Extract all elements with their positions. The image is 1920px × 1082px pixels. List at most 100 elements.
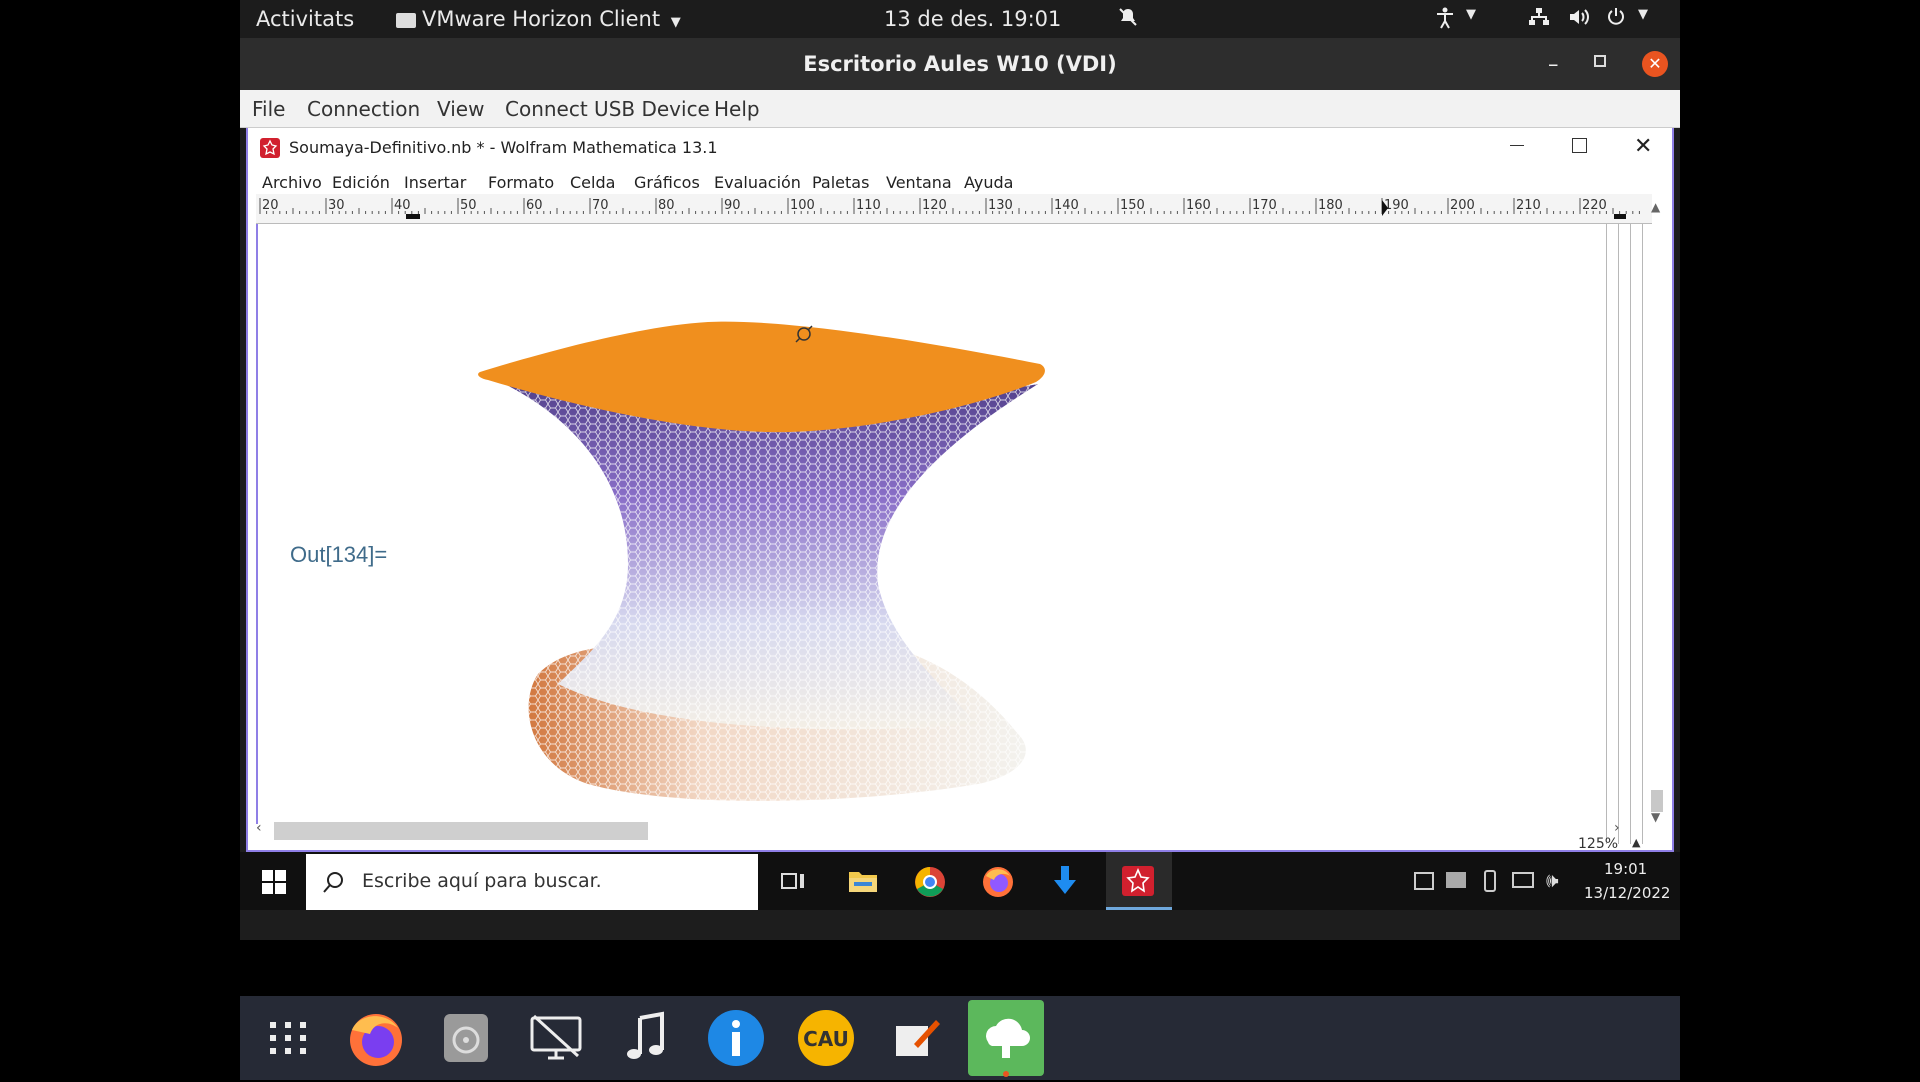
maximize-button[interactable] bbox=[1572, 138, 1587, 153]
menu-ayuda[interactable]: Ayuda bbox=[964, 173, 1013, 192]
network-tray-icon[interactable] bbox=[1512, 872, 1534, 888]
maximize-button[interactable] bbox=[1594, 55, 1606, 67]
ruler-label: 150 bbox=[1120, 198, 1145, 213]
edit-icon[interactable] bbox=[884, 1006, 948, 1070]
mathematica-window: Soumaya-Definitivo.nb * - Wolfram Mathem… bbox=[246, 128, 1674, 852]
status-bar: 125% ▲ bbox=[256, 836, 1652, 852]
monitor-icon bbox=[396, 12, 416, 28]
gnome-top-bar: Activitats VMware Horizon Client ▼ 13 de… bbox=[240, 0, 1680, 38]
app-menu-label: VMware Horizon Client bbox=[422, 7, 661, 31]
surface-plot[interactable] bbox=[458, 264, 1198, 804]
usb-tray-icon[interactable] bbox=[1484, 870, 1496, 892]
menu-edicion[interactable]: Edición bbox=[332, 173, 390, 192]
ruler-label: 210 bbox=[1516, 198, 1541, 213]
cell-brackets[interactable] bbox=[1606, 224, 1646, 844]
ruler-label: 140 bbox=[1054, 198, 1079, 213]
output-label: Out[134]= bbox=[290, 542, 388, 567]
svg-text:CAU: CAU bbox=[803, 1027, 849, 1051]
ruler-label: 20 bbox=[262, 198, 279, 213]
vertical-scrollbar[interactable]: ▲ ▼ bbox=[1648, 198, 1666, 826]
menu-file[interactable]: File bbox=[252, 97, 285, 121]
windows-start-icon[interactable] bbox=[262, 870, 286, 898]
horizon-client-icon[interactable] bbox=[966, 998, 1046, 1078]
mathematica-taskbar-button[interactable] bbox=[1106, 852, 1172, 910]
ruler-label: 60 bbox=[526, 198, 543, 213]
mathematica-icon bbox=[1122, 866, 1154, 896]
menu-archivo[interactable]: Archivo bbox=[262, 173, 322, 192]
ruler-label: 90 bbox=[724, 198, 741, 213]
accessibility-icon[interactable] bbox=[1436, 7, 1454, 34]
ruler-label: 160 bbox=[1186, 198, 1211, 213]
mathematica-menu-bar: Archivo Edición Insertar Formato Celda G… bbox=[248, 168, 1672, 196]
chrome-icon[interactable] bbox=[914, 866, 946, 902]
scroll-right-icon[interactable]: › bbox=[1614, 820, 1620, 836]
search-placeholder: Escribe aquí para buscar. bbox=[362, 870, 602, 892]
ruler-label: 170 bbox=[1252, 198, 1277, 213]
scroll-left-icon[interactable]: ‹ bbox=[256, 820, 262, 836]
menu-view[interactable]: View bbox=[437, 97, 484, 121]
taskbar-search-box[interactable]: Escribe aquí para buscar. bbox=[306, 854, 758, 910]
ruler-label: 130 bbox=[988, 198, 1013, 213]
remote-desktop-icon[interactable] bbox=[524, 1006, 588, 1070]
minimize-button[interactable] bbox=[1510, 138, 1524, 146]
firefox-icon[interactable] bbox=[982, 866, 1014, 902]
taskbar-time[interactable]: 19:01 bbox=[1604, 860, 1647, 878]
task-view-icon[interactable] bbox=[780, 870, 806, 898]
chevron-down-icon[interactable]: ▼ bbox=[1466, 7, 1476, 22]
mathematica-title: Soumaya-Definitivo.nb * - Wolfram Mathem… bbox=[289, 138, 718, 157]
ruler-ticks: 20 30 40 50 60 70 80 90 100 110 120 130 140 150 160 170… bbox=[259, 198, 1640, 219]
file-explorer-icon[interactable] bbox=[848, 868, 878, 898]
apps-grid-icon[interactable] bbox=[256, 1006, 320, 1070]
ruler-label: 120 bbox=[922, 198, 947, 213]
clock[interactable]: 13 de des. 19:01 bbox=[884, 7, 1061, 31]
ruler-label: 110 bbox=[856, 198, 881, 213]
menu-insertar[interactable]: Insertar bbox=[404, 173, 466, 192]
menu-paletas[interactable]: Paletas bbox=[812, 173, 869, 192]
chevron-down-icon: ▼ bbox=[670, 15, 681, 30]
menu-formato[interactable]: Formato bbox=[488, 173, 554, 192]
app-menu[interactable]: VMware Horizon Client ▼ bbox=[396, 7, 681, 31]
music-icon[interactable] bbox=[614, 1006, 678, 1070]
scroll-up-icon[interactable]: ▲ bbox=[1651, 200, 1660, 214]
minimize-button[interactable]: – bbox=[1548, 38, 1559, 90]
menu-graficos[interactable]: Gráficos bbox=[634, 173, 700, 192]
activities-button[interactable]: Activitats bbox=[256, 7, 354, 31]
firefox-icon[interactable] bbox=[344, 1006, 408, 1070]
volume-tray-icon[interactable]: 🕪 bbox=[1546, 868, 1559, 892]
menu-celda[interactable]: Celda bbox=[570, 173, 615, 192]
zoom-up-icon[interactable]: ▲ bbox=[1632, 836, 1640, 849]
menu-evaluacion[interactable]: Evaluación bbox=[714, 173, 801, 192]
notifications-off-icon bbox=[1118, 7, 1138, 32]
menu-ventana[interactable]: Ventana bbox=[886, 173, 952, 192]
chevron-down-icon[interactable]: ▼ bbox=[1638, 7, 1648, 22]
vmware-tray-icon[interactable] bbox=[1446, 872, 1466, 888]
download-icon[interactable] bbox=[1052, 866, 1078, 900]
taskbar-date[interactable]: 13/12/2022 bbox=[1584, 884, 1670, 902]
scroll-thumb[interactable] bbox=[1651, 790, 1663, 812]
volume-icon[interactable] bbox=[1568, 7, 1590, 32]
notebook-area[interactable]: Out[134]= bbox=[256, 224, 1652, 844]
network-icon[interactable] bbox=[1528, 7, 1550, 32]
tray-app-icon[interactable] bbox=[1414, 872, 1434, 890]
menu-connect-usb[interactable]: Connect USB Device bbox=[505, 97, 710, 121]
close-button[interactable]: ✕ bbox=[1634, 134, 1652, 159]
disk-icon[interactable] bbox=[434, 1006, 498, 1070]
horizon-window: Escritorio Aules W10 (VDI) – ✕ File Conn… bbox=[240, 38, 1680, 940]
ubuntu-dock: CAU bbox=[240, 996, 1680, 1080]
cau-icon[interactable]: CAU bbox=[794, 1006, 858, 1070]
ruler-label: 100 bbox=[790, 198, 815, 213]
power-icon[interactable] bbox=[1606, 7, 1626, 32]
menu-connection[interactable]: Connection bbox=[307, 97, 420, 121]
mathematica-title-bar: Soumaya-Definitivo.nb * - Wolfram Mathem… bbox=[248, 128, 1672, 168]
menu-help[interactable]: Help bbox=[714, 97, 760, 121]
ruler-label: 30 bbox=[328, 198, 345, 213]
ruler-label: 80 bbox=[658, 198, 675, 213]
zoom-level[interactable]: 125% bbox=[1578, 836, 1618, 852]
ruler-label: 40 bbox=[394, 198, 411, 213]
horizon-menu-bar: File Connection View Connect USB Device … bbox=[240, 90, 1680, 128]
info-icon[interactable] bbox=[704, 1006, 768, 1070]
ruler-label: 220 bbox=[1582, 198, 1607, 213]
ruler-label: 200 bbox=[1450, 198, 1475, 213]
close-button[interactable]: ✕ bbox=[1642, 51, 1668, 77]
scroll-down-icon[interactable]: ▼ bbox=[1651, 810, 1660, 824]
